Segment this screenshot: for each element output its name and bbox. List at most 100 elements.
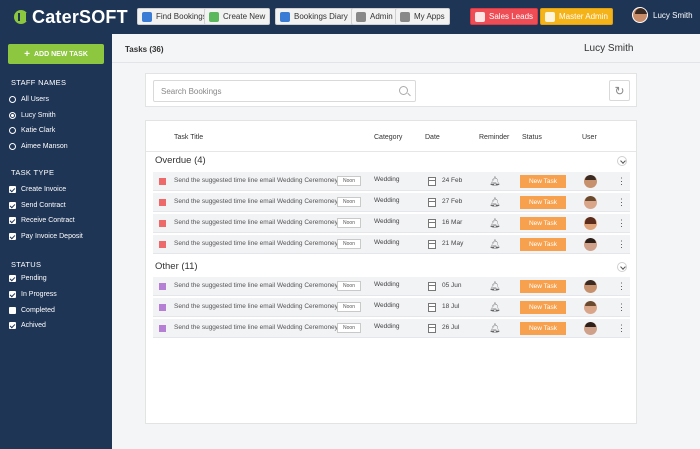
admin-button[interactable]: Admin [351, 8, 398, 25]
catersoft-logo[interactable]: CaterSOFT [14, 6, 128, 28]
sales-leads-button[interactable]: Sales Leads [470, 8, 539, 25]
chevron-down-icon[interactable] [617, 156, 627, 166]
bell-icon[interactable]: 🔔︎ [489, 239, 500, 249]
logo-text: CaterSOFT [32, 6, 128, 27]
column-header-user[interactable]: User [582, 134, 597, 141]
priority-marker [159, 199, 166, 206]
status-pending[interactable]: Pending [9, 275, 47, 282]
column-header-reminder[interactable]: Reminder [479, 134, 509, 141]
avatar[interactable] [584, 301, 597, 314]
user-menu[interactable]: Lucy Smith [632, 7, 693, 23]
avatar[interactable] [584, 196, 597, 209]
bell-icon[interactable]: 🔔︎ [489, 218, 500, 228]
task-title[interactable]: Send the suggested time line email Weddi… [174, 282, 338, 289]
radio-button[interactable] [9, 127, 16, 134]
staff-option-katie-clark[interactable]: Katie Clark [9, 127, 55, 134]
find-bookings-button[interactable]: Find Bookings [137, 8, 212, 25]
add-new-task-button[interactable]: + ADD NEW TASK [8, 44, 104, 64]
more-options-icon[interactable]: ⋮ [617, 323, 626, 333]
avatar[interactable] [584, 322, 597, 335]
task-category: Wedding [374, 239, 400, 246]
column-header-status[interactable]: Status [522, 134, 542, 141]
task-title[interactable]: Send the suggested time line email Weddi… [174, 219, 338, 226]
column-header-category[interactable]: Category [374, 134, 402, 141]
search-icon[interactable] [399, 86, 408, 95]
checkbox[interactable] [9, 275, 16, 282]
staff-option-all-users[interactable]: All Users [9, 96, 49, 103]
column-header-date[interactable]: Date [425, 134, 440, 141]
checkbox[interactable] [9, 217, 16, 224]
checkbox[interactable] [9, 307, 16, 314]
checkbox[interactable] [9, 322, 16, 329]
status-title: STATUS [11, 260, 42, 269]
create-new-button[interactable]: Create New [204, 8, 271, 25]
checkbox[interactable] [9, 233, 16, 240]
more-options-icon[interactable]: ⋮ [617, 197, 626, 207]
staff-option-aimee-manson[interactable]: Aimee Manson [9, 143, 68, 150]
task-type-send-contract[interactable]: Send Contract [9, 202, 66, 209]
more-options-icon[interactable]: ⋮ [617, 176, 626, 186]
status-badge[interactable]: New Task [520, 175, 566, 188]
more-options-icon[interactable]: ⋮ [617, 218, 626, 228]
checkbox[interactable] [9, 202, 16, 209]
avatar[interactable] [584, 217, 597, 230]
column-header-task-title[interactable]: Task Title [174, 134, 203, 141]
radio-button[interactable] [9, 96, 16, 103]
table-row[interactable]: Send the suggested time line email Weddi… [153, 193, 630, 212]
radio-button[interactable] [9, 143, 16, 150]
header-divider [146, 151, 636, 152]
status-badge[interactable]: New Task [520, 238, 566, 251]
task-title[interactable]: Send the suggested time line email Weddi… [174, 240, 338, 247]
staff-option-label: Lucy Smith [21, 112, 56, 119]
status-badge[interactable]: New Task [520, 280, 566, 293]
task-title[interactable]: Send the suggested time line email Weddi… [174, 177, 338, 184]
avatar[interactable] [584, 238, 597, 251]
more-options-icon[interactable]: ⋮ [617, 302, 626, 312]
task-type-title: TASK TYPE [11, 168, 55, 177]
table-row[interactable]: Send the suggested time line email Weddi… [153, 214, 630, 233]
staff-option-lucy-smith[interactable]: Lucy Smith [9, 112, 56, 119]
task-type-create-invoice[interactable]: Create Invoice [9, 186, 66, 193]
master-admin-button[interactable]: Master Admin [540, 8, 613, 25]
bell-icon[interactable]: 🔔︎ [489, 176, 500, 186]
search-icon [142, 11, 152, 22]
bookings-diary-button[interactable]: Bookings Diary [275, 8, 353, 25]
status-completed[interactable]: Completed [9, 307, 55, 314]
bell-icon[interactable]: 🔔︎ [489, 197, 500, 207]
bell-icon[interactable]: 🔔︎ [489, 323, 500, 333]
task-title[interactable]: Send the suggested time line email Weddi… [174, 303, 338, 310]
table-row[interactable]: Send the suggested time line email Weddi… [153, 277, 630, 296]
table-row[interactable]: Send the suggested time line email Weddi… [153, 172, 630, 191]
task-title[interactable]: Send the suggested time line email Weddi… [174, 198, 338, 205]
table-row[interactable]: Send the suggested time line email Weddi… [153, 319, 630, 338]
status-label: In Progress [21, 291, 57, 298]
status-badge[interactable]: New Task [520, 301, 566, 314]
task-title[interactable]: Send the suggested time line email Weddi… [174, 324, 338, 331]
refresh-button[interactable]: ↻ [609, 80, 630, 101]
checkbox[interactable] [9, 291, 16, 298]
avatar[interactable] [584, 280, 597, 293]
task-type-receive-contract[interactable]: Receive Contract [9, 217, 75, 224]
status-badge[interactable]: New Task [520, 217, 566, 230]
status-in-progress[interactable]: In Progress [9, 291, 57, 298]
calendar-icon [428, 240, 436, 249]
checkbox[interactable] [9, 186, 16, 193]
search-input[interactable]: Search Bookings [153, 80, 416, 102]
bell-icon[interactable]: 🔔︎ [489, 302, 500, 312]
refresh-icon: ↻ [614, 83, 625, 98]
status-achived[interactable]: Achived [9, 322, 46, 329]
more-options-icon[interactable]: ⋮ [617, 239, 626, 249]
avatar[interactable] [584, 175, 597, 188]
task-type-pay-invoice-deposit[interactable]: Pay Invoice Deposit [9, 233, 83, 240]
chevron-down-icon[interactable] [617, 262, 627, 272]
status-badge[interactable]: New Task [520, 322, 566, 335]
my-apps-button[interactable]: My Apps [395, 8, 450, 25]
table-row[interactable]: Send the suggested time line email Weddi… [153, 235, 630, 254]
radio-button[interactable] [9, 112, 16, 119]
chart-icon [475, 11, 485, 22]
status-badge[interactable]: New Task [520, 196, 566, 209]
more-options-icon[interactable]: ⋮ [617, 281, 626, 291]
table-row[interactable]: Send the suggested time line email Weddi… [153, 298, 630, 317]
task-date: 24 Feb [442, 177, 463, 184]
bell-icon[interactable]: 🔔︎ [489, 281, 500, 291]
